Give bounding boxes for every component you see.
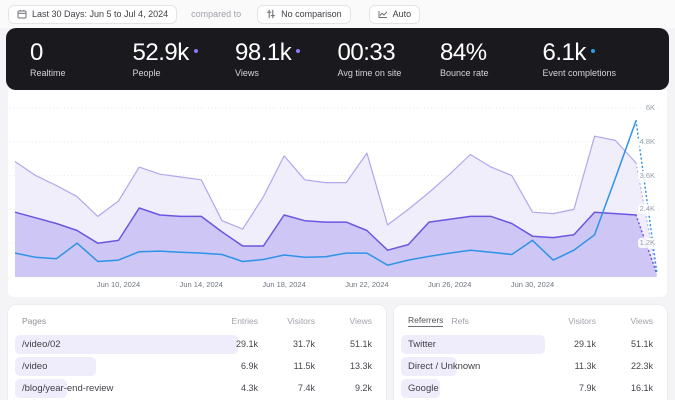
row-visitors: 29.1k bbox=[573, 339, 596, 349]
row-entries: 6.9k bbox=[240, 361, 258, 371]
stat-value: 52.9k bbox=[132, 39, 190, 66]
stat-views[interactable]: 98.1k Views bbox=[235, 40, 338, 78]
row-label: /blog/year-end-review bbox=[22, 382, 114, 394]
pages-rows: /video/02 29.1k 31.7k 51.1k/video 6.9k 11.5k 1… bbox=[15, 334, 372, 400]
x-axis-label: Jun 26, 2024 bbox=[428, 280, 472, 289]
date-range-button[interactable]: Last 30 Days: Jun 5 to Jul 4, 2024 bbox=[8, 4, 178, 24]
tab-referrers[interactable]: Referrers bbox=[408, 315, 444, 327]
stat-value: 6.1k bbox=[542, 39, 587, 66]
stat-label: Avg time on site bbox=[337, 68, 402, 78]
comparison-label: No comparison bbox=[281, 9, 342, 19]
column-entries: Entries bbox=[231, 316, 258, 326]
row-visitors: 31.7k bbox=[292, 339, 315, 349]
stat-bounce-rate[interactable]: 84% Bounce rate bbox=[440, 39, 543, 79]
row-views: 51.1k bbox=[349, 339, 372, 349]
row-entries: 4.3k bbox=[240, 383, 258, 393]
stat-label: People bbox=[132, 68, 161, 78]
pages-title: Pages bbox=[22, 316, 47, 326]
column-views: Views bbox=[349, 316, 372, 326]
chart-icon bbox=[378, 9, 388, 19]
pages-table-header: Pages Entries Visitors Views bbox=[22, 315, 372, 327]
stat-label: Views bbox=[235, 68, 259, 78]
y-tick-label: 1.2K bbox=[637, 238, 657, 249]
row-views: 9.2k bbox=[354, 383, 372, 393]
auto-scale-button[interactable]: Auto bbox=[368, 4, 421, 24]
stat-value: 84% bbox=[440, 39, 487, 66]
row-views: 51.1k bbox=[630, 339, 653, 349]
table-row[interactable]: /video/02 29.1k 31.7k 51.1k bbox=[15, 334, 372, 354]
sliders-icon bbox=[266, 9, 276, 19]
tab-refs[interactable]: Refs bbox=[451, 316, 468, 326]
toolbar: Last 30 Days: Jun 5 to Jul 4, 2024 compa… bbox=[0, 0, 675, 28]
stat-label: Realtime bbox=[30, 68, 66, 78]
row-label: Google bbox=[408, 382, 439, 394]
row-label: /video/02 bbox=[22, 338, 61, 350]
traffic-chart bbox=[10, 107, 659, 277]
table-row[interactable]: /blog/year-end-review 4.3k 7.4k 9.2k bbox=[15, 378, 372, 398]
date-range-label: Last 30 Days: Jun 5 to Jul 4, 2024 bbox=[32, 9, 169, 19]
x-axis-label: Jun 18, 2024 bbox=[262, 280, 306, 289]
table-row[interactable]: Google 7.9k 16.1k bbox=[401, 378, 653, 398]
column-views: Views bbox=[630, 316, 653, 326]
stat-value: 00:33 bbox=[337, 39, 396, 66]
stat-label: Bounce rate bbox=[440, 68, 489, 78]
row-views: 16.1k bbox=[630, 383, 653, 393]
row-visitors: 11.3k bbox=[574, 361, 596, 371]
comparison-button[interactable]: No comparison bbox=[257, 4, 351, 24]
row-label: Direct / Unknown bbox=[408, 360, 481, 372]
stat-value: 98.1k bbox=[235, 39, 292, 66]
compared-to-label: compared to bbox=[191, 9, 242, 19]
stat-people[interactable]: 52.9k People bbox=[133, 40, 236, 78]
table-row[interactable]: Direct / Unknown 11.3k 22.3k bbox=[401, 356, 653, 376]
table-row[interactable]: Twitter 29.1k 51.1k bbox=[401, 334, 653, 354]
traffic-chart-panel: 1.2K 2.4K 3.6K 4.8K 6K Jun 10, 2024 Jun 14, 2… bbox=[8, 90, 667, 297]
table-row[interactable]: /video 6.9k 11.5k 13.3k bbox=[15, 356, 372, 376]
x-axis-label: Jun 10, 2024 bbox=[96, 280, 141, 289]
calendar-icon bbox=[17, 9, 27, 19]
series-color-dot bbox=[296, 49, 301, 53]
referrers-rows: Twitter 29.1k 51.1k Direct / Unknown 11.3k 22… bbox=[401, 334, 653, 400]
auto-label: Auto bbox=[392, 9, 412, 19]
y-tick-label: 2.4K bbox=[637, 204, 657, 215]
x-axis-label: Jun 30, 2024 bbox=[510, 280, 555, 289]
stat-avg-time-on-site[interactable]: 00:33 Avg time on site bbox=[337, 39, 441, 79]
series-color-dot bbox=[193, 49, 198, 53]
series-color-dot bbox=[590, 49, 595, 53]
row-visitors: 7.9k bbox=[578, 383, 596, 393]
stats-bar: 0 Realtime 52.9k People 98.1k Views 00:33 Avg t… bbox=[6, 28, 669, 90]
referrers-table-header: Referrers Refs Visitors Views bbox=[408, 315, 653, 327]
stat-realtime[interactable]: 0 Realtime bbox=[30, 39, 133, 79]
row-label: /video bbox=[22, 360, 48, 372]
stat-event-completions[interactable]: 6.1k Event completions bbox=[542, 39, 646, 79]
tables-row: Pages Entries Visitors Views /video/02 29… bbox=[8, 305, 667, 400]
row-views: 22.3k bbox=[630, 361, 653, 371]
row-visitors: 11.5k bbox=[293, 361, 315, 371]
y-tick-label: 3.6K bbox=[637, 170, 657, 181]
row-label: Twitter bbox=[408, 338, 436, 350]
y-tick-label: 4.8K bbox=[637, 136, 657, 147]
row-visitors: 7.4k bbox=[297, 383, 315, 393]
x-axis-label: Jun 22, 2024 bbox=[345, 280, 389, 289]
row-entries: 29.1k bbox=[235, 339, 258, 349]
row-views: 13.3k bbox=[349, 361, 372, 371]
pages-card: Pages Entries Visitors Views /video/02 29… bbox=[8, 305, 386, 400]
column-visitors: Visitors bbox=[287, 316, 315, 326]
x-axis-label: Jun 14, 2024 bbox=[179, 280, 223, 289]
referrers-card: Referrers Refs Visitors Views Twitter 29.… bbox=[394, 305, 667, 400]
y-tick-label: 6K bbox=[643, 103, 657, 113]
column-visitors: Visitors bbox=[568, 316, 596, 326]
stat-value: 0 bbox=[30, 39, 43, 66]
stat-label: Event completions bbox=[542, 68, 617, 78]
